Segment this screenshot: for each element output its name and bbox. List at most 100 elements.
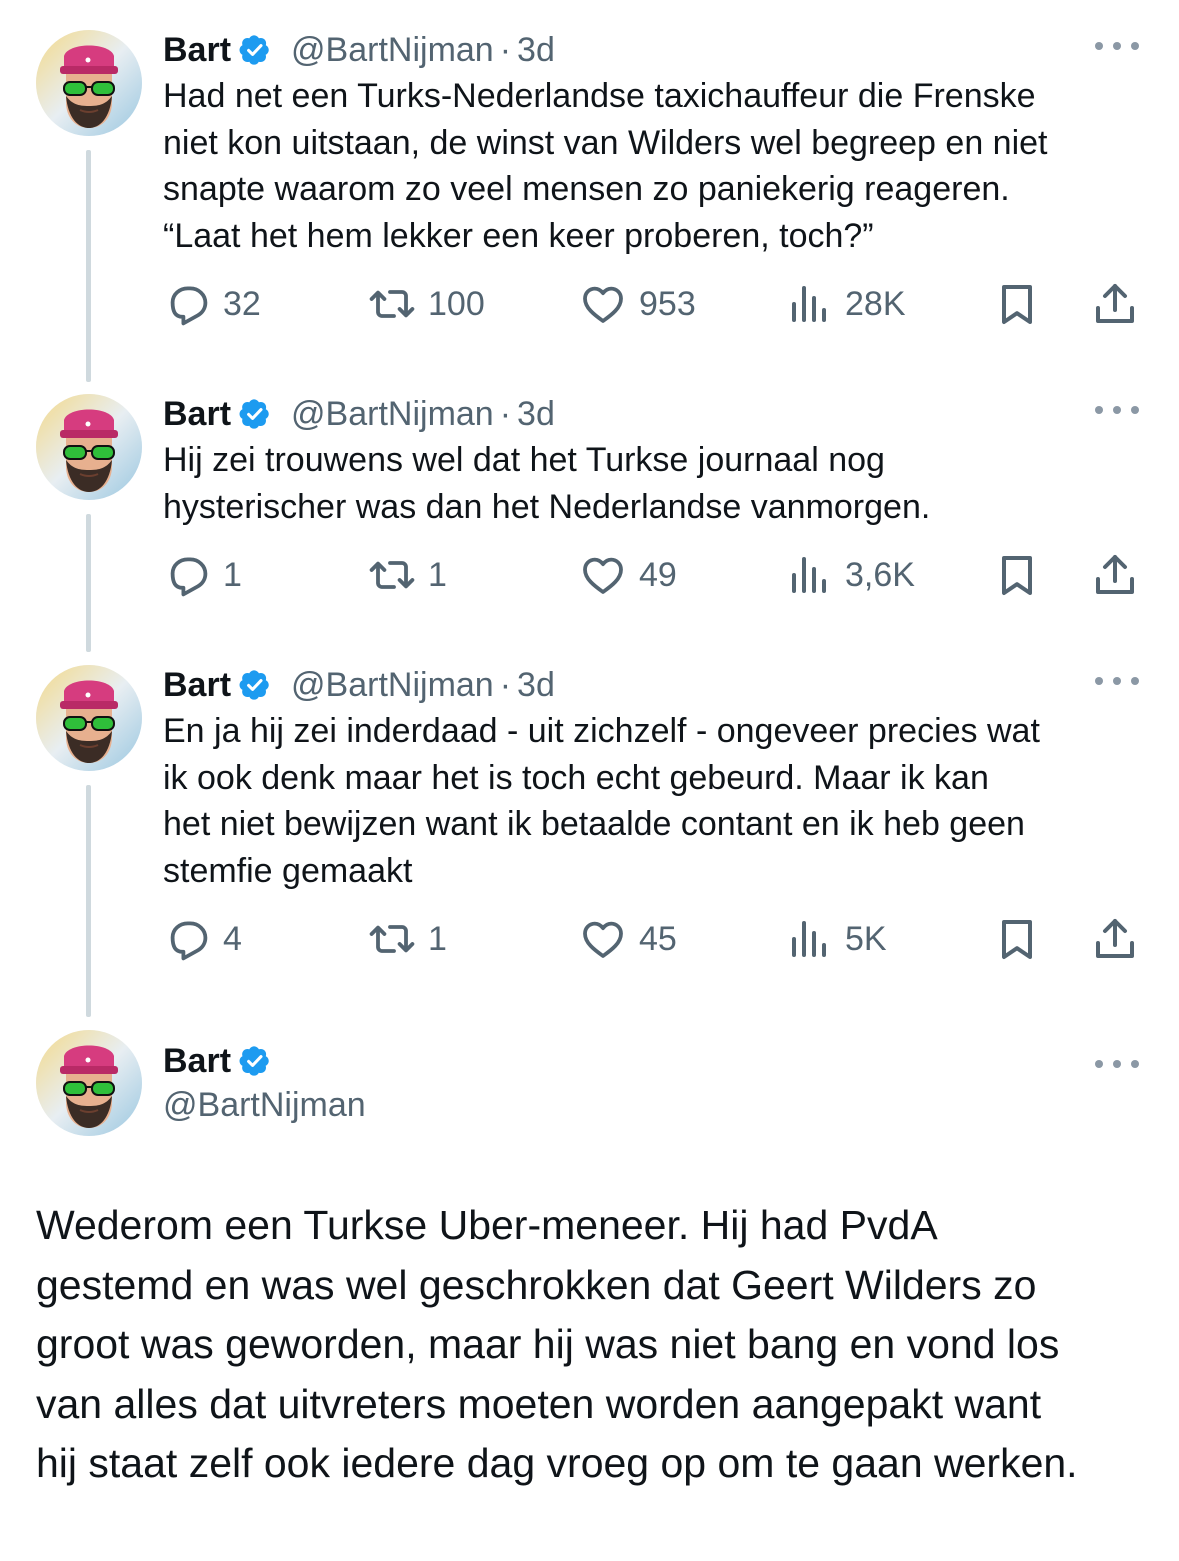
tweet-text: En ja hij zei inderdaad - uit zichzelf -…	[163, 708, 1143, 894]
thread-tweet[interactable]: Bart @BartNijman · 3d Hij zei trouwens w…	[0, 394, 1179, 654]
tweet-text-line: stemfie gemaakt	[163, 851, 413, 890]
tweet-text-line: Had net een Turks-Nederlandse taxichauff…	[163, 77, 1036, 115]
thread-line	[86, 150, 91, 382]
like-icon	[579, 280, 627, 328]
tweet-text-line: niet kon uitstaan, de winst van Wilders …	[163, 123, 1048, 162]
repost-button[interactable]: 1	[368, 914, 447, 964]
repost-count: 1	[428, 555, 447, 594]
bookmark-icon	[993, 280, 1041, 328]
more-icon[interactable]	[1095, 36, 1139, 56]
bookmark-button[interactable]	[993, 550, 1041, 600]
handle[interactable]: @BartNijman	[291, 395, 494, 434]
tweet-header: Bart @BartNijman	[163, 1038, 366, 1125]
views-icon	[785, 280, 833, 328]
share-button[interactable]	[1091, 279, 1139, 329]
main-tweet[interactable]: Bart @BartNijman Wederom een Turkse Uber…	[0, 1030, 1179, 1550]
tweet-text-line: hij staat zelf ook iedere dag vroeg op o…	[36, 1440, 1078, 1486]
timestamp[interactable]: 3d	[517, 666, 555, 705]
like-button[interactable]: 45	[579, 914, 677, 964]
more-icon[interactable]	[1095, 400, 1139, 420]
like-icon	[579, 915, 627, 963]
reply-icon	[163, 551, 211, 599]
action-bar: 32 100 953 28K	[163, 279, 1143, 329]
share-button[interactable]	[1091, 914, 1139, 964]
display-name[interactable]: Bart	[163, 31, 231, 70]
avatar[interactable]	[36, 394, 142, 500]
reply-count: 32	[223, 284, 261, 323]
verified-badge-icon	[239, 1045, 271, 1077]
thread-line	[86, 514, 91, 652]
reply-icon	[163, 280, 211, 328]
reply-button[interactable]: 32	[163, 279, 261, 329]
repost-icon	[368, 551, 416, 599]
view-count: 28K	[845, 284, 906, 323]
separator: ·	[499, 30, 512, 69]
like-count: 45	[639, 919, 677, 958]
tweet-text-line: gestemd en was wel geschrokken dat Geert…	[36, 1261, 1037, 1308]
action-bar: 1 1 49 3,6K	[163, 550, 1143, 600]
tweet-header: Bart @BartNijman · 3d	[163, 30, 555, 70]
views-button[interactable]: 28K	[785, 279, 906, 329]
timestamp[interactable]: 3d	[517, 395, 555, 434]
thread-line	[86, 785, 91, 1017]
thread-tweet[interactable]: Bart @BartNijman · 3d En ja hij zei inde…	[0, 665, 1179, 1025]
tweet-text-line: En ja hij zei inderdaad - uit zichzelf -…	[163, 712, 1040, 750]
tweet-text-line: ik ook denk maar het is toch echt gebeur…	[163, 758, 989, 797]
repost-count: 1	[428, 919, 447, 958]
tweet-header: Bart @BartNijman · 3d	[163, 394, 555, 434]
like-button[interactable]: 953	[579, 279, 696, 329]
separator: ·	[499, 394, 512, 433]
bookmark-button[interactable]	[993, 279, 1041, 329]
avatar[interactable]	[36, 1030, 142, 1136]
tweet-text-line: het niet bewijzen want ik betaalde conta…	[163, 805, 1025, 843]
reply-count: 4	[223, 919, 242, 958]
handle[interactable]: @BartNijman	[291, 31, 494, 70]
like-button[interactable]: 49	[579, 550, 677, 600]
reply-button[interactable]: 4	[163, 914, 242, 964]
share-icon	[1091, 551, 1139, 599]
avatar[interactable]	[36, 665, 142, 771]
views-icon	[785, 915, 833, 963]
like-count: 953	[639, 284, 696, 323]
tweet-text-line: groot was geworden, maar hij was niet ba…	[36, 1321, 1060, 1367]
bookmark-button[interactable]	[993, 914, 1041, 964]
bookmark-icon	[993, 915, 1041, 963]
view-count: 3,6K	[845, 555, 915, 594]
view-count: 5K	[845, 919, 887, 958]
reply-icon	[163, 915, 211, 963]
tweet-text: Wederom een Turkse Uber-meneer. Hij had …	[36, 1196, 1146, 1494]
like-icon	[579, 551, 627, 599]
views-icon	[785, 551, 833, 599]
separator: ·	[499, 665, 512, 704]
display-name[interactable]: Bart	[163, 1042, 231, 1081]
views-button[interactable]: 3,6K	[785, 550, 915, 600]
share-icon	[1091, 915, 1139, 963]
action-bar: 4 1 45 5K	[163, 914, 1143, 964]
handle[interactable]: @BartNijman	[291, 666, 494, 705]
display-name[interactable]: Bart	[163, 395, 231, 434]
reply-count: 1	[223, 555, 242, 594]
avatar[interactable]	[36, 30, 142, 136]
share-icon	[1091, 280, 1139, 328]
timestamp[interactable]: 3d	[517, 31, 555, 70]
display-name[interactable]: Bart	[163, 666, 231, 705]
tweet-text-line: van alles dat uitvreters moeten worden a…	[36, 1380, 1042, 1427]
views-button[interactable]: 5K	[785, 914, 887, 964]
thread-tweet[interactable]: Bart @BartNijman · 3d Had net een Turks-…	[0, 30, 1179, 390]
tweet-text-line: “Laat het hem lekker een keer proberen, …	[163, 216, 874, 255]
verified-badge-icon	[239, 669, 271, 701]
repost-button[interactable]: 100	[368, 279, 485, 329]
more-icon[interactable]	[1095, 1054, 1139, 1074]
tweet-text: Had net een Turks-Nederlandse taxichauff…	[163, 73, 1143, 259]
reply-button[interactable]: 1	[163, 550, 242, 600]
repost-icon	[368, 915, 416, 963]
handle[interactable]: @BartNijman	[163, 1086, 366, 1125]
bookmark-icon	[993, 551, 1041, 599]
like-count: 49	[639, 555, 677, 594]
repost-button[interactable]: 1	[368, 550, 447, 600]
more-icon[interactable]	[1095, 671, 1139, 691]
repost-icon	[368, 280, 416, 328]
share-button[interactable]	[1091, 550, 1139, 600]
tweet-text-line: snapte waarom zo veel mensen zo panieker…	[163, 170, 1010, 208]
verified-badge-icon	[239, 34, 271, 66]
